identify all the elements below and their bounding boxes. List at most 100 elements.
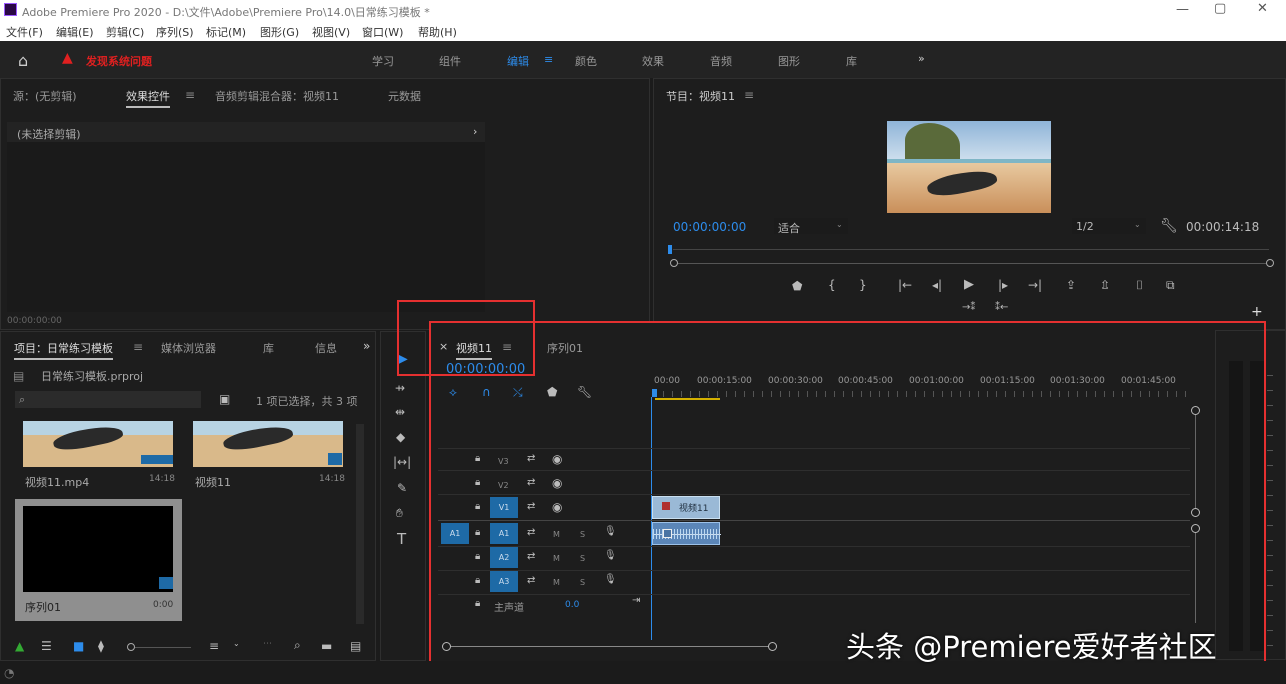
find-icon[interactable]: ⌕ xyxy=(294,639,301,651)
new-folder-icon[interactable]: ▬ xyxy=(321,640,332,652)
program-scrub-ruler[interactable] xyxy=(673,249,1269,250)
resolution-dropdown[interactable]: 1/2 ⌄ xyxy=(1072,218,1146,234)
thumbnail-clip-2[interactable] xyxy=(193,421,343,467)
add-button-icon[interactable]: + xyxy=(1251,305,1263,319)
ws-tab-audio[interactable]: 音频 xyxy=(710,53,732,69)
fit-value: 适合 xyxy=(778,222,800,235)
menu-sequence[interactable]: 序列(S) xyxy=(156,24,194,40)
ws-tab-editing[interactable]: 编辑 xyxy=(507,53,529,69)
camera-icon[interactable]: ⌷ xyxy=(1136,279,1143,291)
tools-panel: ▶ ⇸ ⇹ ◆ |↔| ✎ ✋︎ T xyxy=(380,331,426,661)
clip-2-name[interactable]: 视频11 xyxy=(195,474,231,490)
mark-out-icon[interactable]: } xyxy=(859,279,867,291)
program-menu-icon[interactable]: ≡ xyxy=(744,89,754,101)
zoom-handle-left[interactable] xyxy=(670,259,678,267)
workspace-bar: ⌂ ▲ 发现系统问题 学习 组件 编辑 ≡ 颜色 效果 音频 图形 库 » xyxy=(0,41,1286,78)
compare-icon[interactable]: ⧉ xyxy=(1166,279,1175,291)
menu-bar: 文件(F) 编辑(E) 剪辑(C) 序列(S) 标记(M) 图形(G) 视图(V… xyxy=(0,20,1286,41)
menu-view[interactable]: 视图(V) xyxy=(312,24,350,40)
sort-icon[interactable]: ≡ xyxy=(209,640,219,652)
meter-scale xyxy=(1267,361,1273,651)
ws-tab-learn[interactable]: 学习 xyxy=(372,53,394,69)
razor-icon[interactable]: ◆ xyxy=(396,431,405,443)
go-to-out-icon[interactable]: →| xyxy=(1028,279,1042,291)
list-view-icon[interactable]: ☰ xyxy=(41,640,52,652)
mark-in-icon[interactable]: { xyxy=(828,279,836,291)
project-file-name: 日常练习模板.prproj xyxy=(41,370,144,383)
lift-icon[interactable]: ⇪ xyxy=(1066,279,1076,291)
more-tabs-icon[interactable]: » xyxy=(363,340,370,352)
icon-view-icon[interactable]: ■ xyxy=(73,640,84,652)
ws-menu-icon[interactable]: ≡ xyxy=(544,53,553,66)
project-menu-icon[interactable]: ≡ xyxy=(133,341,143,353)
tab-effect-controls[interactable]: 效果控件 xyxy=(126,88,170,108)
home-icon[interactable]: ⌂ xyxy=(18,51,28,70)
pen-icon[interactable]: ✎ xyxy=(397,482,407,494)
zoom-slider[interactable] xyxy=(135,647,191,648)
expand-arrow-icon[interactable]: › xyxy=(473,125,477,138)
insert-icon[interactable]: →⁑ xyxy=(962,303,975,313)
menu-file[interactable]: 文件(F) xyxy=(6,24,43,40)
ripple-edit-icon[interactable]: ⇹ xyxy=(395,406,405,418)
zoom-handle-right[interactable] xyxy=(1266,259,1274,267)
slip-tool-icon[interactable]: |↔| xyxy=(393,456,411,468)
play-icon[interactable]: ▶ xyxy=(964,278,974,291)
menu-help[interactable]: 帮助(H) xyxy=(418,24,457,40)
close-icon[interactable]: ✕ xyxy=(1257,1,1268,16)
source-timecode: 00:00:00:00 xyxy=(7,316,62,326)
extract-icon[interactable]: ⇫ xyxy=(1100,279,1110,291)
clip-1-name[interactable]: 视频11.mp4 xyxy=(25,474,89,490)
system-alert-text[interactable]: 发现系统问题 xyxy=(86,53,152,69)
tab-metadata[interactable]: 元数据 xyxy=(388,88,421,104)
ws-more-icon[interactable]: » xyxy=(918,52,925,65)
maximize-icon[interactable]: ▢ xyxy=(1214,1,1226,16)
step-forward-icon[interactable]: |▸ xyxy=(998,279,1008,291)
tab-media-browser[interactable]: 媒体浏览器 xyxy=(161,340,216,356)
ws-tab-libraries[interactable]: 库 xyxy=(846,53,857,69)
warning-icon: ▲ xyxy=(62,50,73,66)
fit-dropdown[interactable]: 适合 ⌄ xyxy=(774,218,848,235)
program-playhead-timecode[interactable]: 00:00:00:00 xyxy=(673,220,746,234)
marker-icon[interactable]: ⬟ xyxy=(792,280,802,292)
go-to-in-icon[interactable]: |← xyxy=(898,279,912,291)
sequence-duration: 0:00 xyxy=(153,600,174,610)
hand-icon[interactable]: ✋︎ xyxy=(396,507,403,519)
project-search-input[interactable]: ⌕ xyxy=(15,391,201,408)
menu-edit[interactable]: 编辑(E) xyxy=(56,24,94,40)
sort-chevron-icon[interactable]: ⌄ xyxy=(233,640,240,648)
tab-libraries[interactable]: 库 xyxy=(263,340,274,356)
menu-graphics[interactable]: 图形(G) xyxy=(260,24,299,40)
panel-menu-icon[interactable]: ≡ xyxy=(185,89,195,101)
thumbnail-clip-1[interactable] xyxy=(23,421,173,467)
program-title[interactable]: 节目：视频11 xyxy=(666,88,735,104)
overwrite-icon[interactable]: ⁑← xyxy=(995,303,1008,313)
ws-tab-assembly[interactable]: 组件 xyxy=(439,53,461,69)
program-preview-image xyxy=(887,121,1051,213)
new-bin-icon[interactable]: ▣ xyxy=(219,393,230,405)
ws-tab-graphics[interactable]: 图形 xyxy=(778,53,800,69)
automate-icon[interactable]: ⋯ xyxy=(263,640,272,649)
ws-tab-effects[interactable]: 效果 xyxy=(642,53,664,69)
step-back-icon[interactable]: ◂| xyxy=(932,279,942,291)
minimize-icon[interactable]: — xyxy=(1176,2,1189,17)
lock-icon[interactable]: ▲ xyxy=(15,640,24,652)
ws-tab-color[interactable]: 颜色 xyxy=(575,53,597,69)
menu-marker[interactable]: 标记(M) xyxy=(206,24,246,40)
zoom-slider-handle[interactable] xyxy=(127,643,135,651)
program-zoom-bar[interactable] xyxy=(678,263,1266,264)
tab-info[interactable]: 信息 xyxy=(315,340,337,356)
menu-window[interactable]: 窗口(W) xyxy=(362,24,403,40)
type-tool-icon[interactable]: T xyxy=(397,532,406,547)
track-select-icon[interactable]: ⇸ xyxy=(395,382,405,394)
chevron-down-icon: ⌄ xyxy=(1134,220,1141,229)
freeform-view-icon[interactable]: ⧫ xyxy=(98,640,104,652)
tab-project[interactable]: 项目：日常练习模板 xyxy=(14,340,113,360)
program-playhead[interactable] xyxy=(668,245,672,254)
sequence-item-selected[interactable]: 序列01 0:00 xyxy=(15,499,182,621)
project-scrollbar[interactable] xyxy=(356,424,364,624)
menu-clip[interactable]: 剪辑(C) xyxy=(106,24,144,40)
tab-audio-clip-mixer[interactable]: 音频剪辑混合器：视频11 xyxy=(215,88,339,104)
new-item-icon[interactable]: ▤ xyxy=(350,640,361,652)
tab-source[interactable]: 源：(无剪辑) xyxy=(13,88,77,104)
wrench-icon[interactable]: 🔧︎ xyxy=(1160,219,1178,233)
